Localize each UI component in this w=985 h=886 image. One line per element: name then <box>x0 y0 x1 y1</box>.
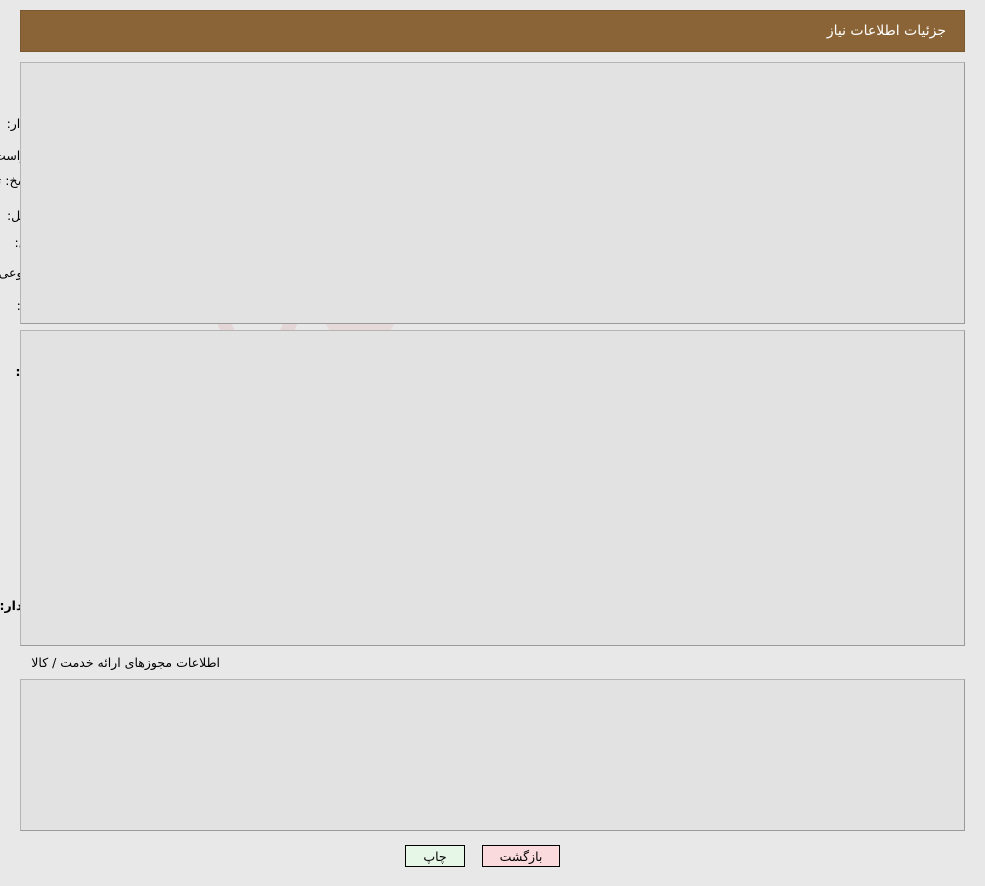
page-root: AriaTender.net جزئیات اطلاعات نیاز شماره… <box>0 0 985 886</box>
back-button[interactable]: بازگشت <box>482 845 560 867</box>
service-details-panel <box>20 330 965 646</box>
permits-panel <box>20 679 965 831</box>
permits-section-heading: اطلاعات مجوزهای ارائه خدمت / کالا <box>31 655 220 670</box>
print-button[interactable]: چاپ <box>405 845 465 867</box>
page-title: جزئیات اطلاعات نیاز <box>826 23 946 39</box>
page-title-bar: جزئیات اطلاعات نیاز <box>20 10 965 52</box>
top-info-panel <box>20 62 965 324</box>
